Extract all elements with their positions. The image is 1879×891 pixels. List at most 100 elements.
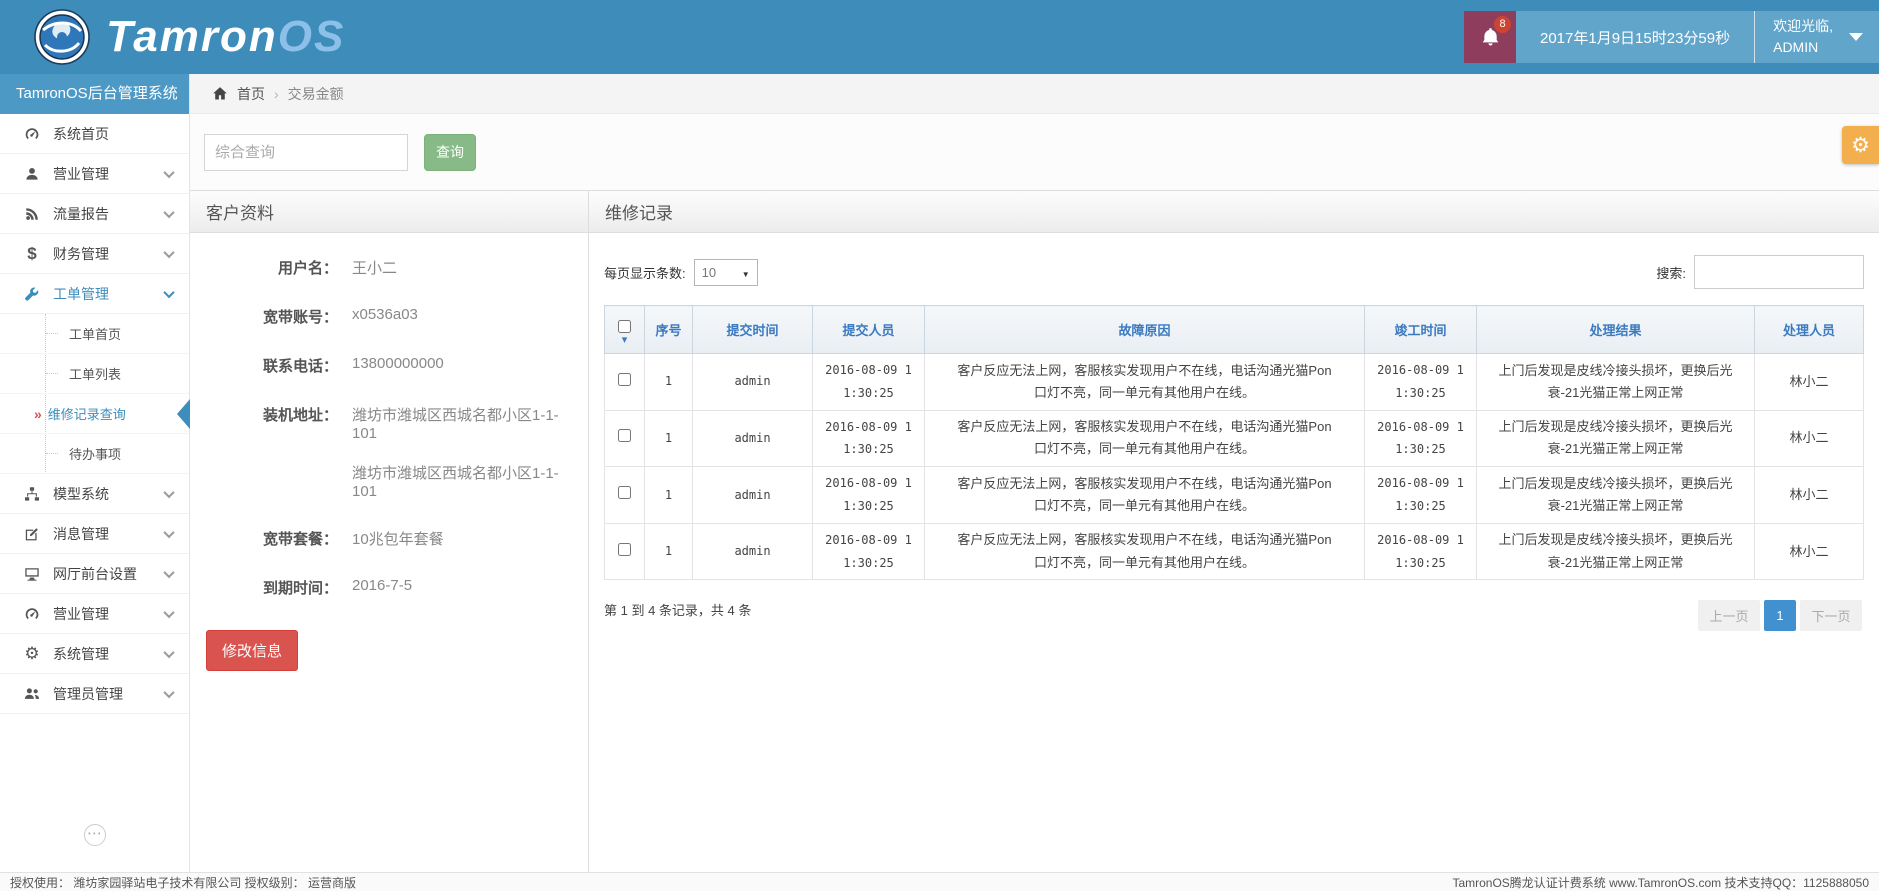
sitemap-icon (20, 486, 44, 502)
customer-panel-title: 客户资料 (190, 191, 588, 233)
column-header-handler[interactable]: 处理人员 (1755, 306, 1864, 354)
sidebar-item-system-mgmt[interactable]: 系统管理 (0, 634, 189, 674)
cell-finish-time: 2016-08-09 11:30:25 (1365, 354, 1477, 411)
select-all-checkbox[interactable] (618, 320, 631, 333)
chevron-down-icon (163, 286, 174, 297)
cell-handler: 林小二 (1755, 523, 1864, 580)
cell-index: 1 (645, 467, 693, 524)
chevron-down-icon (163, 246, 174, 257)
pagination: 上一页 1 下一页 (1698, 600, 1862, 631)
chevron-down-icon (163, 646, 174, 657)
gauge-icon (20, 126, 44, 142)
sidebar-item-business-mgmt[interactable]: 营业管理 (0, 154, 189, 194)
main-content: 首页 › 交易金额 查询 客户资料 用户名： 王小二 宽带账号： x0 (190, 74, 1879, 872)
caret-down-icon (1849, 33, 1863, 41)
users-icon (20, 686, 44, 702)
datetime-display: 2017年1月9日15时23分59秒 (1516, 11, 1754, 63)
cell-index: 1 (645, 354, 693, 411)
wordmark: TamronOS (106, 12, 345, 62)
chevron-down-icon (163, 206, 174, 217)
sidebar-subitem-todo[interactable]: 待办事项 (0, 434, 189, 474)
chevron-down-icon (163, 686, 174, 697)
row-checkbox[interactable] (618, 486, 631, 499)
footer-vendor-text: TamronOS腾龙认证计费系统 www.TamronOS.com 技术支持QQ… (1452, 874, 1869, 891)
column-header-submit-time[interactable]: 提交时间 (693, 306, 813, 354)
page-size-select[interactable]: 10 (694, 259, 758, 286)
select-all-header[interactable] (605, 306, 645, 354)
edit-info-button[interactable]: 修改信息 (206, 630, 298, 671)
repair-records-panel: 维修记录 每页显示条数: 10 搜索: (589, 191, 1879, 872)
cell-result: 上门后发现是皮线冷接头损坏，更换后光衰-21光猫正常上网正常 (1477, 523, 1755, 580)
sort-caret-icon (609, 336, 640, 344)
table-search-input[interactable] (1694, 255, 1864, 289)
sidebar-collapse-handle[interactable] (84, 824, 106, 846)
sidebar-item-business-mgmt-2[interactable]: 营业管理 (0, 594, 189, 634)
monitor-icon (20, 566, 44, 582)
cell-result: 上门后发现是皮线冷接头损坏，更换后光衰-21光猫正常上网正常 (1477, 410, 1755, 467)
sidebar-item-portal-settings[interactable]: 网厅前台设置 (0, 554, 189, 594)
sidebar-item-finance-mgmt[interactable]: 财务管理 (0, 234, 189, 274)
records-summary: 第 1 到 4 条记录，共 4 条 (604, 600, 751, 619)
prev-page-button[interactable]: 上一页 (1698, 600, 1760, 631)
notifications-button[interactable]: 8 (1464, 11, 1516, 63)
sidebar-item-admin-mgmt[interactable]: 管理员管理 (0, 674, 189, 714)
column-header-fault-reason[interactable]: 故障原因 (925, 306, 1365, 354)
field-install-address: 装机地址： 潍坊市潍城区西城名都小区1-1-101 (206, 404, 572, 442)
chevron-down-icon (163, 566, 174, 577)
column-header-submitter[interactable]: 提交人员 (813, 306, 925, 354)
row-checkbox[interactable] (618, 543, 631, 556)
next-page-button[interactable]: 下一页 (1800, 600, 1862, 631)
field-username: 用户名： 王小二 (206, 257, 572, 278)
cell-finish-time: 2016-08-09 11:30:25 (1365, 523, 1477, 580)
sidebar-item-model-system[interactable]: 模型系统 (0, 474, 189, 514)
brand-logo: TamronOS (0, 9, 345, 65)
globe-logo-icon (34, 9, 90, 65)
cell-handler: 林小二 (1755, 467, 1864, 524)
dollar-icon (20, 244, 44, 264)
column-header-finish-time[interactable]: 竣工时间 (1365, 306, 1477, 354)
active-item-pointer (177, 399, 190, 429)
quick-search-input[interactable] (204, 134, 408, 171)
breadcrumb-home-link[interactable]: 首页 (237, 84, 265, 104)
table-row: 1 admin 2016-08-09 11:30:25 客户反应无法上网，客服核… (605, 523, 1864, 580)
sidebar-system-title: TamronOS后台管理系统 (0, 74, 189, 114)
edit-icon (20, 526, 44, 542)
records-table-body: 1 admin 2016-08-09 11:30:25 客户反应无法上网，客服核… (605, 354, 1864, 580)
cell-result: 上门后发现是皮线冷接头损坏，更换后光衰-21光猫正常上网正常 (1477, 467, 1755, 524)
page-footer: 授权使用： 潍坊家园驿站电子技术有限公司 授权级别： 运营商版 TamronOS… (0, 872, 1879, 891)
gauge-icon (20, 606, 44, 622)
sidebar-item-message-mgmt[interactable]: 消息管理 (0, 514, 189, 554)
user-icon (20, 166, 44, 182)
wrench-icon (20, 286, 44, 302)
sidebar-subitem-repair-records-query[interactable]: » 维修记录查询 (0, 394, 189, 434)
cell-submitter: 2016-08-09 11:30:25 (813, 467, 925, 524)
chevron-down-icon (163, 526, 174, 537)
row-checkbox[interactable] (618, 429, 631, 442)
breadcrumb-separator: › (274, 86, 279, 102)
customer-info-panel: 客户资料 用户名： 王小二 宽带账号： x0536a03 联系电话： 13800… (190, 191, 589, 872)
sidebar-menu: 系统首页 营业管理 流量报告 财务管理 工单管理 (0, 114, 189, 714)
sidebar-subitem-work-order-list[interactable]: 工单列表 (0, 354, 189, 394)
sidebar-item-work-order-mgmt[interactable]: 工单管理 (0, 274, 189, 314)
select-caret-icon (742, 265, 750, 280)
breadcrumb: 首页 › 交易金额 (190, 74, 1879, 114)
page-number-button[interactable]: 1 (1764, 600, 1796, 631)
settings-gear-button[interactable] (1842, 126, 1879, 164)
sidebar-item-traffic-report[interactable]: 流量报告 (0, 194, 189, 234)
cell-fault-reason: 客户反应无法上网，客服核实发现用户不在线，电话沟通光猫Pon口灯不亮，同一单元有… (925, 467, 1365, 524)
sidebar-subitem-work-order-home[interactable]: 工单首页 (0, 314, 189, 354)
records-panel-title: 维修记录 (589, 191, 1879, 233)
user-menu[interactable]: 欢迎光临, ADMIN (1754, 11, 1879, 63)
username: ADMIN (1773, 37, 1833, 58)
query-button[interactable]: 查询 (424, 134, 476, 171)
double-angle-right-icon: » (34, 406, 42, 422)
row-checkbox[interactable] (618, 373, 631, 386)
page-size-label: 每页显示条数: (604, 263, 686, 282)
cell-finish-time: 2016-08-09 11:30:25 (1365, 467, 1477, 524)
sidebar-item-system-home[interactable]: 系统首页 (0, 114, 189, 154)
cell-fault-reason: 客户反应无法上网，客服核实发现用户不在线，电话沟通光猫Pon口灯不亮，同一单元有… (925, 354, 1365, 411)
chevron-down-icon (163, 606, 174, 617)
column-header-result[interactable]: 处理结果 (1477, 306, 1755, 354)
cell-index: 1 (645, 523, 693, 580)
column-header-index[interactable]: 序号 (645, 306, 693, 354)
